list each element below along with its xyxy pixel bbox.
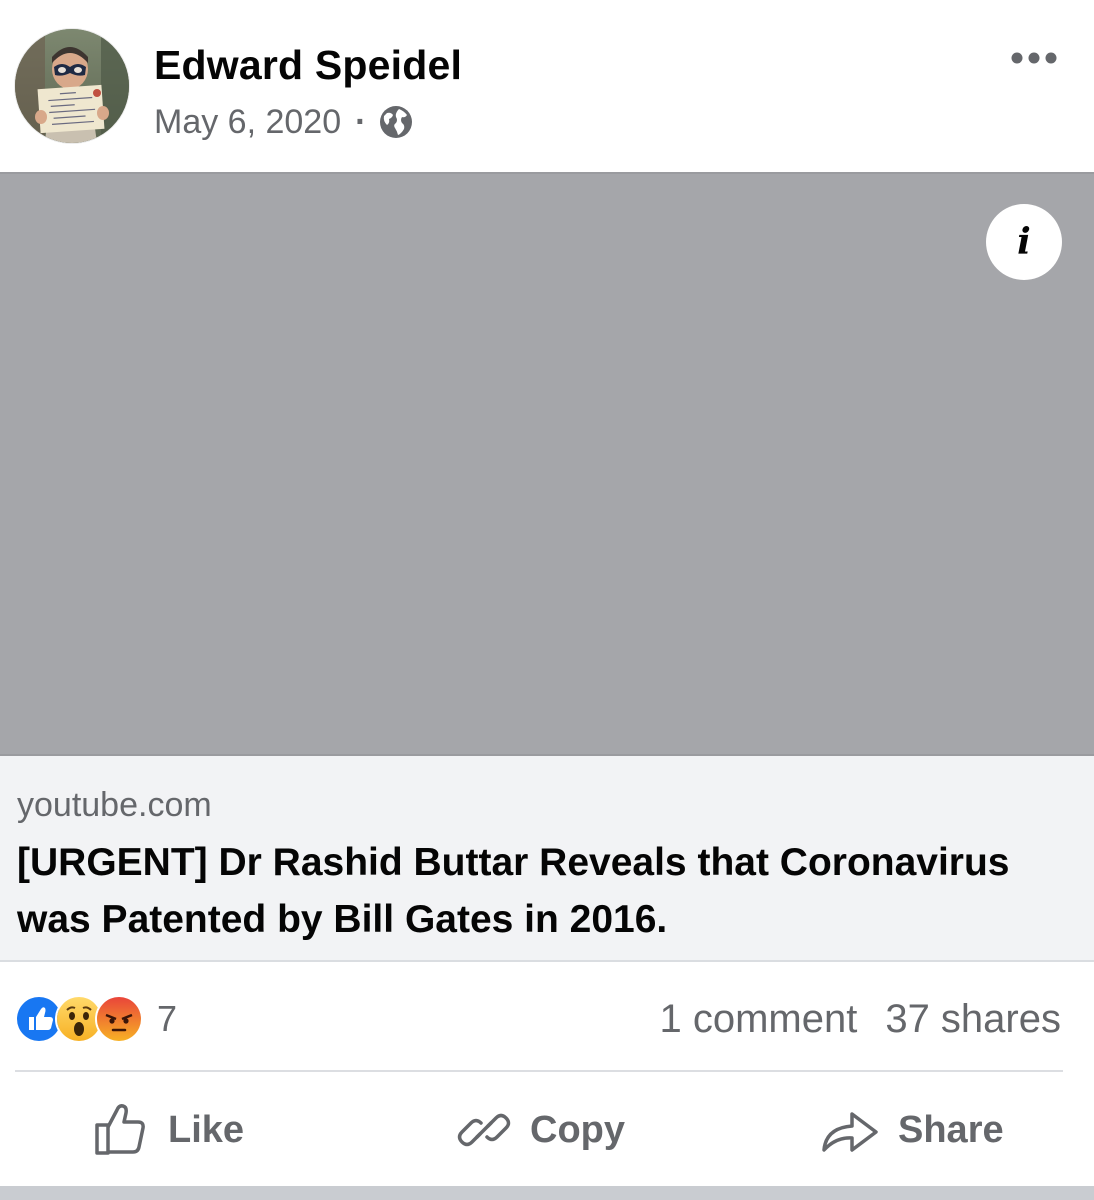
facebook-post: Edward Speidel May 6, 2020 · i youtube.c…: [0, 0, 1094, 1200]
meta-separator: ·: [355, 102, 367, 141]
link-card[interactable]: youtube.com [URGENT] Dr Rashid Buttar Re…: [0, 756, 1094, 962]
copy-label: Copy: [530, 1108, 625, 1151]
link-media-preview[interactable]: i: [0, 172, 1094, 756]
reactions-summary[interactable]: 7: [15, 995, 178, 1043]
post-stats: 7 1 comment 37 shares: [0, 962, 1094, 1070]
share-arrow-icon: [822, 1112, 878, 1152]
info-button[interactable]: i: [986, 204, 1062, 280]
comment-count-link[interactable]: 1 comment: [659, 997, 857, 1042]
reaction-count: 7: [157, 998, 178, 1039]
post-date[interactable]: May 6, 2020: [154, 103, 341, 142]
share-label: Share: [898, 1108, 1004, 1151]
author-name[interactable]: Edward Speidel: [154, 42, 462, 89]
more-options-button[interactable]: [1004, 40, 1064, 76]
post-header: Edward Speidel May 6, 2020 ·: [0, 0, 1094, 172]
link-icon: [457, 1113, 511, 1147]
like-button[interactable]: Like: [92, 1100, 244, 1160]
avatar-photo: [15, 29, 129, 143]
angry-reaction-icon: [95, 995, 143, 1043]
engagement-counts: 1 comment 37 shares: [659, 996, 1061, 1042]
share-count-link[interactable]: 37 shares: [885, 997, 1061, 1042]
link-domain: youtube.com: [17, 786, 212, 824]
post-actions: Like Copy Share: [0, 1072, 1094, 1184]
more-horizontal-icon: [1011, 52, 1057, 64]
copy-button[interactable]: Copy: [456, 1100, 625, 1160]
post-separator-bar: [0, 1186, 1094, 1200]
thumbs-up-icon: [95, 1104, 145, 1155]
author-avatar[interactable]: [15, 29, 129, 143]
like-label: Like: [168, 1108, 245, 1151]
share-button[interactable]: Share: [820, 1100, 1004, 1160]
info-icon: i: [1017, 221, 1031, 263]
link-title: [URGENT] Dr Rashid Buttar Reveals that C…: [17, 841, 1010, 941]
post-meta: May 6, 2020 ·: [154, 100, 414, 144]
globe-icon: [378, 104, 414, 140]
